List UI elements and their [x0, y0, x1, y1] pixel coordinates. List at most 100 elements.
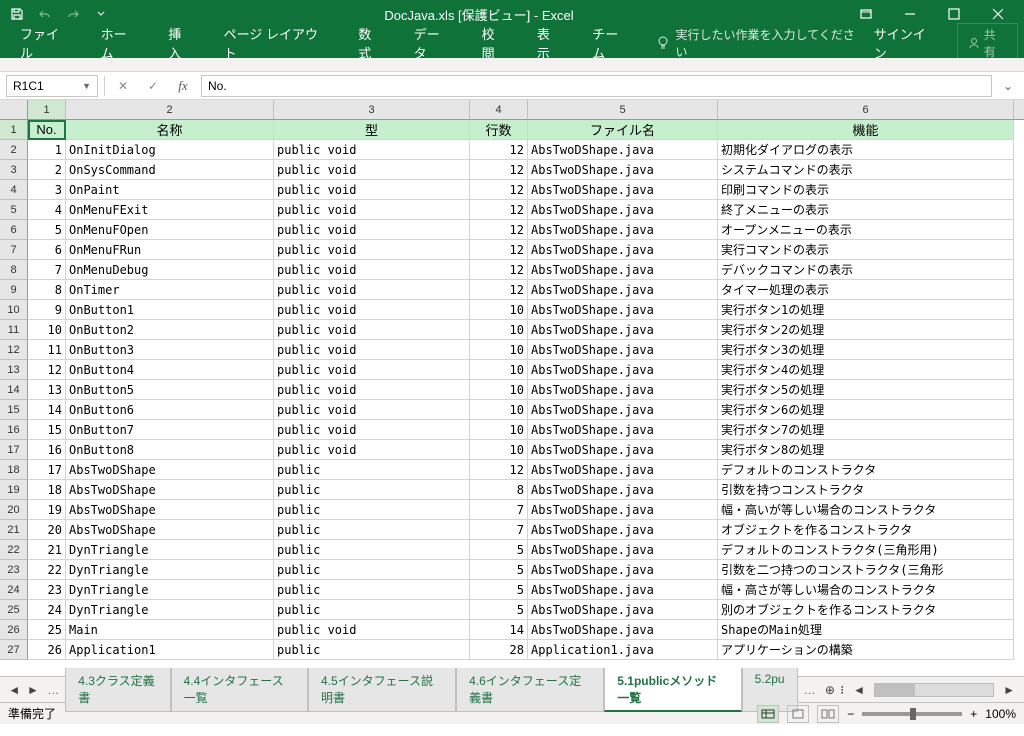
cell[interactable]: システムコマンドの表示	[718, 160, 1014, 180]
cell[interactable]: OnMenuFOpen	[66, 220, 274, 240]
cell[interactable]: AbsTwoDShape.java	[528, 500, 718, 520]
cell[interactable]: AbsTwoDShape.java	[528, 140, 718, 160]
cell[interactable]: DynTriangle	[66, 600, 274, 620]
cell[interactable]: public	[274, 520, 470, 540]
column-header[interactable]: 6	[718, 100, 1014, 119]
cell[interactable]: public	[274, 540, 470, 560]
cell[interactable]: public void	[274, 300, 470, 320]
cells-grid[interactable]: No.名称型行数ファイル名機能1OnInitDialogpublic void1…	[28, 120, 1014, 676]
cell[interactable]: AbsTwoDShape.java	[528, 220, 718, 240]
new-sheet-button[interactable]: ⊕	[822, 681, 839, 699]
cell[interactable]: 5	[470, 540, 528, 560]
cell[interactable]: AbsTwoDShape.java	[528, 260, 718, 280]
cell[interactable]: public	[274, 460, 470, 480]
formula-input[interactable]: No.	[201, 75, 992, 97]
cell[interactable]: OnButton5	[66, 380, 274, 400]
cell[interactable]: public void	[274, 380, 470, 400]
column-header[interactable]: 5	[528, 100, 718, 119]
tab-scroll-left[interactable]: ◄	[6, 681, 23, 699]
cell[interactable]: 実行ボタン7の処理	[718, 420, 1014, 440]
cell[interactable]: public	[274, 560, 470, 580]
cell[interactable]: 1	[28, 140, 66, 160]
cell[interactable]: 7	[470, 520, 528, 540]
row-header[interactable]: 7	[0, 240, 28, 260]
cell[interactable]: public	[274, 600, 470, 620]
row-header[interactable]: 25	[0, 600, 28, 620]
row-header[interactable]: 26	[0, 620, 28, 640]
hscroll-left[interactable]: ◄	[850, 681, 868, 699]
cell[interactable]: 実行ボタン1の処理	[718, 300, 1014, 320]
cell[interactable]: 引数を持つコンストラクタ	[718, 480, 1014, 500]
cell[interactable]: 24	[28, 600, 66, 620]
cell[interactable]: 20	[28, 520, 66, 540]
cell[interactable]: 10	[28, 320, 66, 340]
cell[interactable]: 26	[28, 640, 66, 660]
cell[interactable]: デフォルトのコンストラクタ(三角形用)	[718, 540, 1014, 560]
cell[interactable]: public void	[274, 320, 470, 340]
cell[interactable]: 13	[28, 380, 66, 400]
cell[interactable]: 別のオブジェクトを作るコンストラクタ	[718, 600, 1014, 620]
cell[interactable]: 10	[470, 440, 528, 460]
cell[interactable]: public void	[274, 220, 470, 240]
row-header[interactable]: 24	[0, 580, 28, 600]
cell[interactable]: 引数を二つ持つのコンストラクタ(三角形	[718, 560, 1014, 580]
cell[interactable]: 8	[28, 280, 66, 300]
cell[interactable]: OnButton6	[66, 400, 274, 420]
cell[interactable]: AbsTwoDShape.java	[528, 400, 718, 420]
cell[interactable]: public void	[274, 140, 470, 160]
ribbon-tab[interactable]: 表示	[523, 18, 576, 68]
cell[interactable]: 12	[470, 280, 528, 300]
cell[interactable]: AbsTwoDShape.java	[528, 240, 718, 260]
cell[interactable]: 12	[470, 460, 528, 480]
cell[interactable]: 16	[28, 440, 66, 460]
cell[interactable]: AbsTwoDShape.java	[528, 180, 718, 200]
row-header[interactable]: 1	[0, 120, 28, 140]
row-header[interactable]: 5	[0, 200, 28, 220]
cell[interactable]: OnButton7	[66, 420, 274, 440]
cell[interactable]: OnButton2	[66, 320, 274, 340]
cell[interactable]: タイマー処理の表示	[718, 280, 1014, 300]
column-header[interactable]: 4	[470, 100, 528, 119]
cell[interactable]: 実行ボタン6の処理	[718, 400, 1014, 420]
cell[interactable]: AbsTwoDShape.java	[528, 580, 718, 600]
cell[interactable]: 5	[470, 580, 528, 600]
ribbon-tab[interactable]: チーム	[578, 18, 644, 68]
cell[interactable]: AbsTwoDShape.java	[528, 600, 718, 620]
cell[interactable]: 6	[28, 240, 66, 260]
row-header[interactable]: 27	[0, 640, 28, 660]
insert-function-button[interactable]: fx	[171, 75, 195, 97]
page-break-view-button[interactable]	[817, 705, 839, 723]
ribbon-tab[interactable]: 数式	[344, 18, 397, 68]
ribbon-tab[interactable]: ファイル	[6, 18, 85, 68]
cell[interactable]: OnSysCommand	[66, 160, 274, 180]
ribbon-tab[interactable]: データ	[400, 18, 466, 68]
cell[interactable]: DynTriangle	[66, 580, 274, 600]
cell[interactable]: public void	[274, 620, 470, 640]
cell[interactable]: 14	[470, 620, 528, 640]
cell[interactable]: public void	[274, 260, 470, 280]
row-header[interactable]: 21	[0, 520, 28, 540]
cell[interactable]: 幅・高さが等しい場合のコンストラクタ	[718, 580, 1014, 600]
cell[interactable]: public	[274, 500, 470, 520]
cell[interactable]: OnButton3	[66, 340, 274, 360]
cell[interactable]: 25	[28, 620, 66, 640]
cell[interactable]: 5	[28, 220, 66, 240]
cell[interactable]: 10	[470, 420, 528, 440]
row-header[interactable]: 18	[0, 460, 28, 480]
zoom-slider[interactable]	[862, 712, 962, 716]
cell[interactable]: public	[274, 480, 470, 500]
cell[interactable]: 17	[28, 460, 66, 480]
cell[interactable]: public void	[274, 180, 470, 200]
page-layout-view-button[interactable]	[787, 705, 809, 723]
cell[interactable]: AbsTwoDShape.java	[528, 380, 718, 400]
cell[interactable]: 10	[470, 340, 528, 360]
cell[interactable]: OnMenuFExit	[66, 200, 274, 220]
cell[interactable]: 実行ボタン8の処理	[718, 440, 1014, 460]
cell[interactable]: 9	[28, 300, 66, 320]
cell[interactable]: public void	[274, 160, 470, 180]
cell[interactable]: 4	[28, 200, 66, 220]
header-cell[interactable]: ファイル名	[528, 120, 718, 140]
cell[interactable]: AbsTwoDShape.java	[528, 560, 718, 580]
cell[interactable]: AbsTwoDShape	[66, 460, 274, 480]
cell[interactable]: DynTriangle	[66, 560, 274, 580]
